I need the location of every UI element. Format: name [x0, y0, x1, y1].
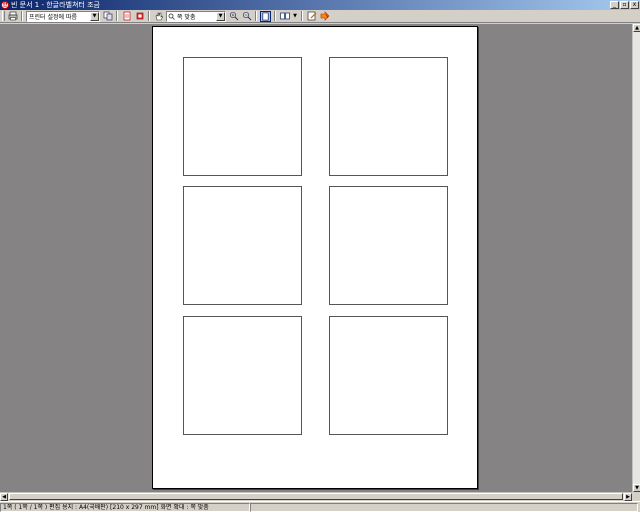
- restore-button[interactable]: ▫: [620, 1, 629, 9]
- zoom-combo-value: 쪽 맞춤: [177, 13, 196, 21]
- label-cell: [183, 316, 302, 435]
- toolbar-separator: [274, 11, 276, 21]
- title-bar: 한 빈 문서 1 - 한글라벨쳐터 조금 _ ▫ x: [0, 0, 640, 10]
- hand-icon[interactable]: [153, 11, 164, 22]
- app-icon[interactable]: 한: [1, 1, 9, 9]
- zoom-out-icon[interactable]: [241, 11, 252, 22]
- multi-page-dropdown-icon[interactable]: ▼: [292, 11, 298, 22]
- multi-page-icon[interactable]: [279, 11, 290, 22]
- printer-combo[interactable]: 프린터 설정에 따름 ▼: [26, 10, 100, 22]
- edit-icon[interactable]: [306, 11, 317, 22]
- status-panel-empty: [250, 502, 638, 512]
- chevron-down-icon[interactable]: ▼: [90, 11, 99, 21]
- status-bar: 1쪽 ( 1쪽 / 1쪽 ) 편집 용지 : A4(국배판) [210 x 29…: [0, 501, 640, 512]
- printer-combo-value: 프린터 설정에 따름: [29, 13, 77, 21]
- toolbar-separator: [148, 11, 150, 21]
- close-preview-icon[interactable]: [319, 11, 330, 22]
- label-cell: [183, 186, 302, 305]
- page-setup-icon[interactable]: [121, 11, 132, 22]
- zoom-in-icon[interactable]: [228, 11, 239, 22]
- scroll-right-icon[interactable]: ▶: [624, 493, 632, 501]
- label-cell: [329, 186, 448, 305]
- copy-icon[interactable]: [102, 11, 113, 22]
- stop-icon[interactable]: [134, 11, 145, 22]
- scroll-up-icon[interactable]: ▲: [633, 24, 640, 32]
- window-controls: _ ▫ x: [610, 1, 639, 9]
- vertical-scrollbar[interactable]: ▲ ▼: [632, 24, 640, 492]
- horizontal-scrollbar[interactable]: ◀ ▶: [0, 492, 632, 501]
- zoom-combo[interactable]: 쪽 맞춤 ▼: [166, 10, 226, 22]
- scroll-down-icon[interactable]: ▼: [633, 484, 640, 492]
- close-button[interactable]: x: [630, 1, 639, 9]
- horizontal-scroll-thumb[interactable]: [9, 493, 623, 500]
- label-cell: [183, 57, 302, 176]
- chevron-down-icon[interactable]: ▼: [216, 11, 225, 21]
- scrollbar-corner: [632, 492, 640, 500]
- toolbar-separator: [116, 11, 118, 21]
- preview-toolbar: 프린터 설정에 따름 ▼ 쪽 맞춤 ▼ ▼: [0, 10, 640, 23]
- label-cell: [329, 57, 448, 176]
- print-icon[interactable]: [7, 11, 18, 22]
- preview-viewport[interactable]: [0, 24, 632, 492]
- scroll-left-icon[interactable]: ◀: [0, 493, 8, 501]
- toolbar-separator: [255, 11, 257, 21]
- status-text: 1쪽 ( 1쪽 / 1쪽 ) 편집 용지 : A4(국배판) [210 x 29…: [0, 502, 250, 512]
- toolbar-grip[interactable]: [2, 11, 5, 21]
- document-page: [152, 26, 478, 489]
- window-title: 빈 문서 1 - 한글라벨쳐터 조금: [11, 1, 100, 9]
- minimize-button[interactable]: _: [610, 1, 619, 9]
- magnifier-icon: [168, 13, 175, 20]
- toolbar-separator: [21, 11, 23, 21]
- single-page-icon[interactable]: [260, 10, 271, 22]
- toolbar-separator: [301, 11, 303, 21]
- label-cell: [329, 316, 448, 435]
